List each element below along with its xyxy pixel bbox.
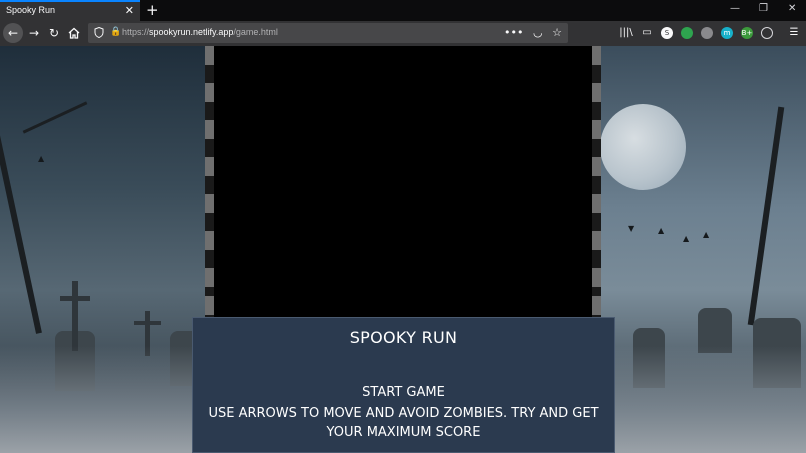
tab-close-icon[interactable]: ✕ — [125, 4, 134, 17]
strip-segment — [205, 231, 214, 250]
bat-icon: ▼ — [628, 224, 635, 233]
forward-button[interactable]: → — [25, 25, 43, 42]
strip-segment — [205, 83, 214, 102]
cross-bar — [60, 296, 90, 301]
url-scheme: https:// — [122, 27, 150, 37]
tracking-shield-icon[interactable] — [94, 27, 104, 38]
strip-segment — [592, 46, 601, 65]
reload-button[interactable]: ↻ — [45, 25, 63, 42]
strip-segment — [205, 268, 214, 287]
address-bar[interactable]: 🔒 https://spookyrun.netlify.app/game.htm… — [88, 23, 568, 43]
page-actions: ••• ◡ ☆ — [504, 26, 562, 39]
minimize-button[interactable]: — — [730, 3, 740, 14]
cross-grave — [72, 281, 78, 351]
raven-icon: ▲ — [38, 154, 45, 163]
tab-strip: Spooky Run ✕ + — ❐ ✕ — [0, 0, 806, 21]
url-host: spookyrun.netlify.app — [149, 27, 234, 37]
bat-icon: ▲ — [683, 234, 690, 243]
arrow-left-icon: ← — [7, 26, 19, 40]
library-button[interactable]: |||\ — [618, 25, 634, 41]
restore-button[interactable]: ❐ — [759, 3, 768, 14]
page-viewport: ▲ ▼ ▲ ▲ ▲ SPOOKY RUN START GAME USE ARRO… — [0, 46, 806, 453]
menu-button[interactable]: ☰ — [786, 25, 802, 41]
dead-tree-right — [747, 106, 785, 326]
tree-branch — [22, 101, 88, 134]
extension-s-icon[interactable]: S — [661, 27, 673, 39]
game-canvas[interactable] — [214, 46, 592, 317]
new-tab-button[interactable]: + — [146, 1, 159, 19]
url-text[interactable]: https://spookyrun.netlify.app/game.html — [122, 27, 278, 37]
page-actions-menu-icon[interactable]: ••• — [504, 26, 523, 39]
extension-shield-icon[interactable] — [681, 27, 693, 39]
url-path: /game.html — [233, 27, 278, 37]
extension-mask-icon[interactable] — [761, 27, 773, 39]
strip-segment — [592, 231, 601, 250]
close-window-button[interactable]: ✕ — [788, 3, 796, 14]
strip-segment — [592, 83, 601, 102]
strip-segment — [592, 296, 601, 315]
pocket-icon[interactable]: ◡ — [533, 26, 543, 39]
strip-segment — [592, 194, 601, 213]
sidebar-button[interactable]: ▭ — [639, 25, 655, 41]
sidebar-icon: ▭ — [642, 27, 652, 38]
strip-segment — [205, 120, 214, 139]
strip-segment — [205, 157, 214, 176]
arrow-right-icon: → — [28, 26, 40, 40]
home-button[interactable] — [65, 25, 83, 42]
extension-bplus-icon[interactable]: B+ — [741, 27, 753, 39]
cross-bar-small — [134, 321, 161, 325]
strip-segment — [592, 268, 601, 287]
navigation-toolbar: ← → ↻ 🔒 https://spookyrun.netlify.app/ga… — [0, 21, 806, 46]
strip-segment — [592, 120, 601, 139]
back-button[interactable]: ← — [3, 23, 23, 43]
strip-segment — [592, 157, 601, 176]
full-moon — [600, 104, 686, 190]
game-title: SPOOKY RUN — [349, 328, 458, 347]
game-instructions: USE ARROWS TO MOVE AND AVOID ZOMBIES. TR… — [208, 406, 599, 440]
reload-icon: ↻ — [48, 26, 60, 40]
start-panel: SPOOKY RUN START GAME USE ARROWS TO MOVE… — [192, 317, 615, 453]
extension-m-icon[interactable]: m — [721, 27, 733, 39]
library-icon: |||\ — [619, 27, 633, 38]
strip-segment — [205, 194, 214, 213]
start-game-button[interactable]: START GAME — [193, 385, 614, 400]
hamburger-menu-icon: ☰ — [789, 27, 799, 38]
bat-icon: ▲ — [658, 226, 665, 235]
bookmark-star-icon[interactable]: ☆ — [552, 26, 562, 39]
extension-ghost-icon[interactable] — [701, 27, 713, 39]
tab-title: Spooky Run — [6, 5, 56, 15]
lock-icon[interactable]: 🔒 — [110, 27, 121, 37]
tab-spooky-run[interactable]: Spooky Run ✕ — [0, 0, 140, 21]
bat-icon: ▲ — [703, 230, 710, 239]
home-icon — [68, 27, 80, 39]
strip-segment — [205, 46, 214, 65]
strip-segment — [205, 296, 214, 315]
